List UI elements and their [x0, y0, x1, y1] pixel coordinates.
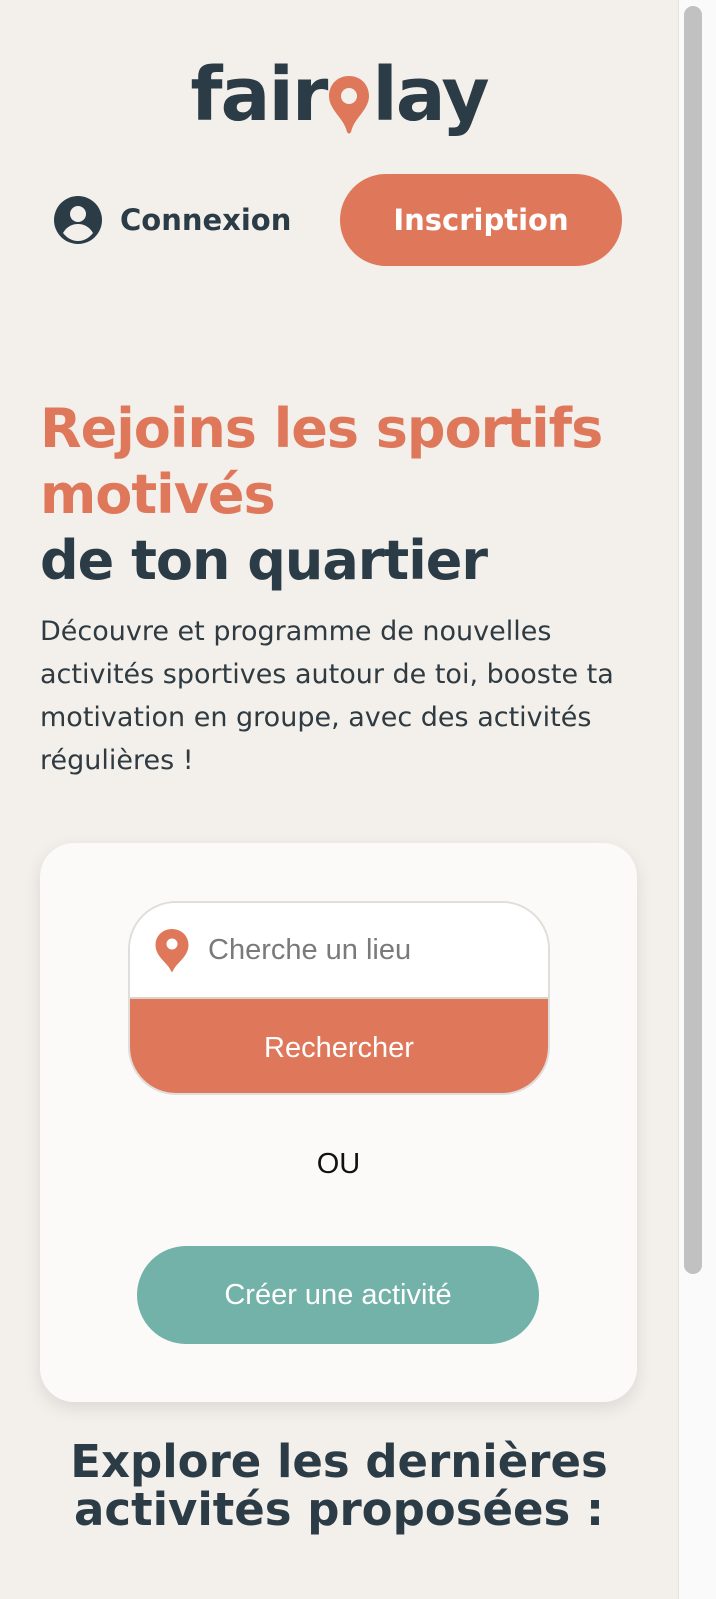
search-card: Rechercher OU Créer une activité: [40, 843, 637, 1402]
scrollbar-thumb[interactable]: [684, 6, 702, 1274]
logo-text-end: lay: [372, 52, 489, 138]
hero-title: Rejoins les sportifs motivés de ton quar…: [40, 396, 660, 594]
signup-button[interactable]: Inscription: [340, 174, 622, 266]
page: fair lay Connexion Inscription Rejoins le…: [0, 0, 678, 1599]
or-separator: OU: [316, 1148, 361, 1180]
search-box: Rechercher: [128, 901, 550, 1095]
hero-title-dark: de ton quartier: [40, 529, 488, 592]
search-button[interactable]: Rechercher: [130, 999, 548, 1093]
scrollbar-track[interactable]: [678, 0, 716, 1599]
hero-title-accent: Rejoins les sportifs motivés: [40, 397, 603, 526]
logo-text-start: fair: [190, 52, 328, 138]
login-label: Connexion: [120, 203, 292, 237]
location-search-field[interactable]: [130, 903, 548, 999]
explore-section-title: Explore les dernières activités proposée…: [70, 1435, 608, 1536]
create-activity-button[interactable]: Créer une activité: [137, 1246, 539, 1344]
location-search-input[interactable]: [206, 932, 530, 968]
hero-description: Découvre et programme de nouvelles activ…: [40, 616, 614, 776]
user-circle-icon: [54, 196, 102, 244]
fairplay-logo[interactable]: fair lay: [0, 50, 678, 140]
map-pin-icon: [154, 928, 190, 972]
login-link[interactable]: Connexion: [54, 194, 291, 246]
logo-pin-icon: [326, 64, 372, 134]
